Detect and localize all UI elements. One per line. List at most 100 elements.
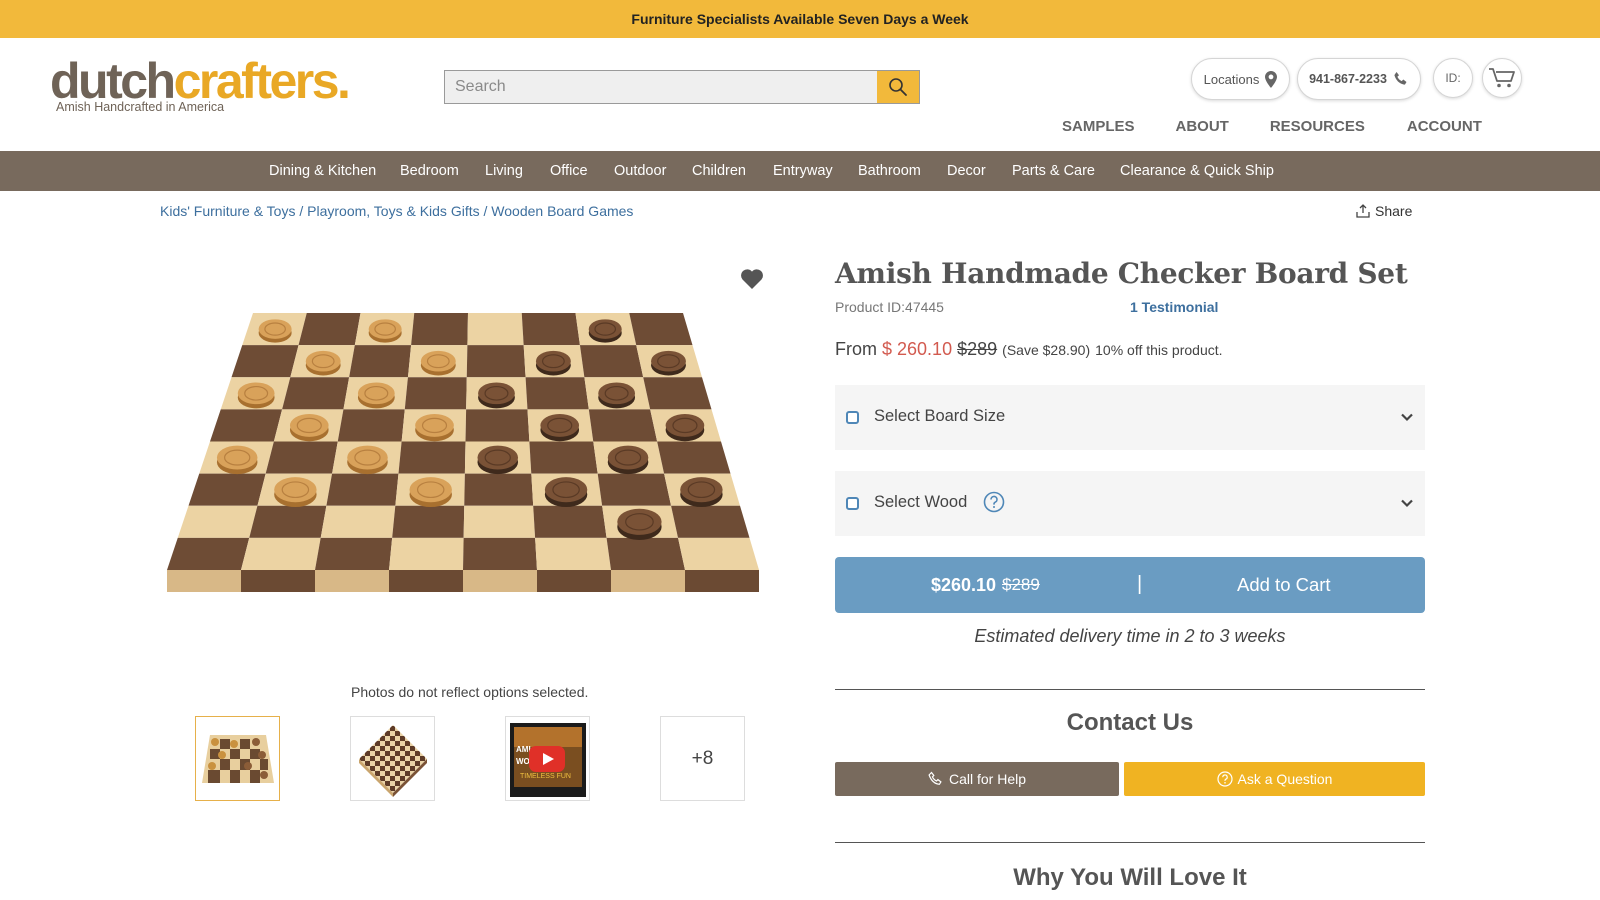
- ask-question-button[interactable]: Ask a Question: [1124, 762, 1425, 796]
- board-square: [326, 473, 399, 506]
- checker-piece: [617, 508, 662, 535]
- cart-price: $260.10: [931, 575, 997, 595]
- category-bathroom[interactable]: Bathroom: [858, 163, 921, 179]
- option-status-checkbox: [846, 497, 859, 510]
- nav-resources[interactable]: RESOURCES: [1270, 118, 1365, 135]
- main-product-image[interactable]: [163, 305, 775, 615]
- phone-number: 941-867-2233: [1309, 72, 1387, 86]
- help-icon[interactable]: [983, 491, 1005, 513]
- price-summary: From $ 260.10 $289 (Save $28.90) 10% off…: [835, 339, 1223, 360]
- phone-icon: [928, 771, 942, 785]
- category-parts-care[interactable]: Parts & Care: [1012, 163, 1095, 179]
- board-square: [643, 377, 712, 410]
- category-entryway[interactable]: Entryway: [773, 163, 833, 179]
- checker-piece: [598, 382, 636, 405]
- divider: [835, 689, 1425, 690]
- thumbnail-image: [358, 724, 427, 797]
- board-square: [579, 345, 644, 378]
- category-clearance[interactable]: Clearance & Quick Ship: [1120, 163, 1274, 179]
- checker-piece: [420, 350, 456, 372]
- call-for-help-button[interactable]: Call for Help: [835, 762, 1119, 796]
- board-square: [177, 505, 258, 538]
- contact-heading: Contact Us: [1066, 709, 1194, 736]
- breadcrumb-item[interactable]: Wooden Board Games: [491, 203, 633, 219]
- checker-piece: [544, 477, 588, 503]
- category-dining-kitchen[interactable]: Dining & Kitchen: [269, 163, 376, 179]
- wishlist-button[interactable]: [740, 268, 764, 295]
- wood-select[interactable]: Select Wood: [835, 471, 1425, 536]
- share-label: Share: [1375, 203, 1413, 219]
- cart-icon: [1489, 68, 1515, 88]
- board-square: [231, 345, 299, 378]
- board-edge-stripe: [389, 570, 463, 592]
- photo-disclaimer: Photos do not reflect options selected.: [351, 684, 589, 700]
- board-square: [411, 313, 468, 346]
- board-square: [315, 537, 393, 570]
- product-title: Amish Handmade Checker Board Set: [835, 257, 1408, 290]
- id-label: ID:: [1445, 71, 1461, 85]
- board-edge-stripe: [685, 570, 759, 592]
- search-icon: [889, 78, 907, 96]
- locations-label: Locations: [1203, 71, 1260, 87]
- board-square: [606, 537, 685, 570]
- checker-piece: [368, 319, 402, 339]
- checker-piece: [237, 382, 275, 405]
- board-square: [167, 537, 250, 570]
- breadcrumb-separator: /: [479, 203, 492, 219]
- site-logo[interactable]: dutchcrafters. Amish Handcrafted in Amer…: [50, 56, 351, 114]
- thumbnail-2[interactable]: [350, 716, 435, 801]
- thumbnail-1[interactable]: [195, 716, 280, 801]
- thumbnail-more[interactable]: +8: [660, 716, 745, 801]
- board-square: [463, 537, 537, 570]
- price-from-label: From: [835, 339, 877, 359]
- phone-button[interactable]: 941-867-2233: [1297, 58, 1421, 100]
- board-size-label: Select Board Size: [874, 407, 1006, 425]
- cart-button[interactable]: [1482, 58, 1522, 98]
- category-office[interactable]: Office: [550, 163, 588, 179]
- category-outdoor[interactable]: Outdoor: [614, 163, 666, 179]
- thumbnail-video[interactable]: AMI WO TIMELESS FUN: [505, 716, 590, 801]
- search-input[interactable]: [445, 71, 877, 103]
- board-square: [210, 409, 283, 442]
- breadcrumb-item[interactable]: Kids' Furniture & Toys: [160, 203, 295, 219]
- search-bar: [444, 70, 920, 104]
- checker-piece: [289, 414, 329, 437]
- checker-piece: [607, 445, 649, 470]
- add-to-cart-button[interactable]: $260.10 $289 | Add to Cart: [835, 557, 1425, 613]
- board-edge-stripe: [241, 570, 315, 592]
- savings-text: (Save $28.90): [1002, 342, 1091, 358]
- share-button[interactable]: Share: [1356, 203, 1412, 219]
- nav-samples[interactable]: SAMPLES: [1062, 118, 1135, 135]
- board-square: [282, 377, 350, 410]
- logo-wordmark: dutchcrafters.: [50, 56, 351, 106]
- divider: [835, 842, 1425, 843]
- board-edge-stripe: [537, 570, 611, 592]
- question-icon: [1216, 771, 1233, 787]
- locations-button[interactable]: Locations: [1191, 58, 1290, 100]
- category-bedroom[interactable]: Bedroom: [400, 163, 459, 179]
- board-square: [529, 441, 598, 474]
- breadcrumb-item[interactable]: Playroom, Toys & Kids Gifts: [307, 203, 479, 219]
- testimonials-link[interactable]: 1 Testimonial: [1130, 299, 1218, 315]
- category-children[interactable]: Children: [692, 163, 746, 179]
- breadcrumb: Kids' Furniture & Toys / Playroom, Toys …: [160, 203, 633, 219]
- board-square: [464, 473, 534, 506]
- heart-icon: [741, 269, 763, 289]
- board-square: [535, 537, 611, 570]
- board-square: [404, 377, 467, 410]
- announcement-text: Furniture Specialists Available Seven Da…: [631, 11, 969, 27]
- search-button[interactable]: [877, 71, 919, 103]
- category-decor[interactable]: Decor: [947, 163, 986, 179]
- checker-piece: [665, 414, 705, 437]
- board-square: [265, 441, 338, 474]
- checker-piece: [357, 382, 395, 405]
- id-button[interactable]: ID:: [1433, 58, 1473, 98]
- category-living[interactable]: Living: [485, 163, 523, 179]
- board-square: [629, 313, 693, 346]
- checker-piece: [305, 350, 341, 372]
- checker-board-illustration: [167, 313, 759, 592]
- nav-account[interactable]: ACCOUNT: [1407, 118, 1482, 135]
- board-size-select[interactable]: Select Board Size: [835, 385, 1425, 450]
- chevron-down-icon: [1401, 499, 1413, 508]
- nav-about[interactable]: ABOUT: [1176, 118, 1229, 135]
